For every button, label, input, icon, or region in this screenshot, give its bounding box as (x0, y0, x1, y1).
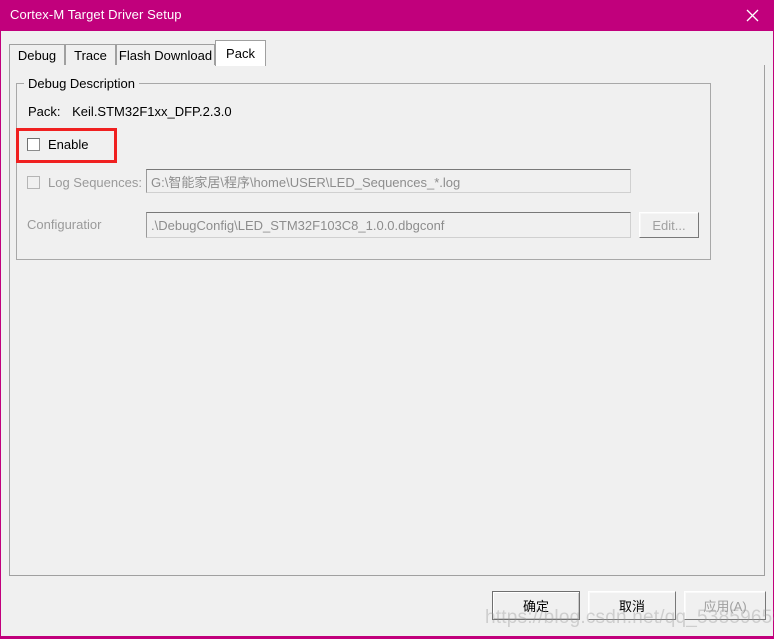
close-icon (746, 9, 759, 22)
log-sequences-checkbox[interactable] (27, 176, 40, 189)
pack-row: Pack: Keil.STM32F1xx_DFP.2.3.0 (28, 104, 232, 119)
title-bar: Cortex-M Target Driver Setup (1, 0, 774, 31)
apply-button[interactable]: 应用(A) (684, 591, 766, 620)
enable-checkbox[interactable] (27, 138, 40, 151)
tab-pack[interactable]: Pack (215, 40, 266, 66)
tab-flash-download[interactable]: Flash Download (116, 44, 215, 66)
pack-value: Keil.STM32F1xx_DFP.2.3.0 (72, 104, 232, 119)
ok-button[interactable]: 确定 (492, 591, 580, 620)
debug-description-legend: Debug Description (24, 76, 139, 91)
active-tab-notch (216, 65, 265, 66)
edit-button[interactable]: Edit... (639, 212, 699, 238)
log-sequences-label: Log Sequences: (48, 175, 142, 190)
close-button[interactable] (729, 0, 774, 31)
log-sequences-input[interactable]: G:\智能家居\程序\home\USER\LED_Sequences_*.log (146, 169, 631, 193)
pack-label: Pack: (28, 104, 61, 119)
configuration-input[interactable]: .\DebugConfig\LED_STM32F103C8_1.0.0.dbgc… (146, 212, 631, 238)
tab-strip: Debug Trace Flash Download Pack (9, 40, 765, 66)
cancel-button[interactable]: 取消 (588, 591, 676, 620)
log-sequences-checkbox-row[interactable]: Log Sequences: (27, 175, 142, 190)
dialog-window: Cortex-M Target Driver Setup Debug Trace… (0, 0, 774, 639)
enable-checkbox-label: Enable (48, 137, 89, 152)
configuration-label: Configuratior (27, 217, 102, 232)
enable-checkbox-row[interactable]: Enable (27, 137, 88, 152)
tab-debug[interactable]: Debug (9, 44, 65, 66)
window-title: Cortex-M Target Driver Setup (10, 7, 182, 22)
tab-trace[interactable]: Trace (65, 44, 116, 66)
